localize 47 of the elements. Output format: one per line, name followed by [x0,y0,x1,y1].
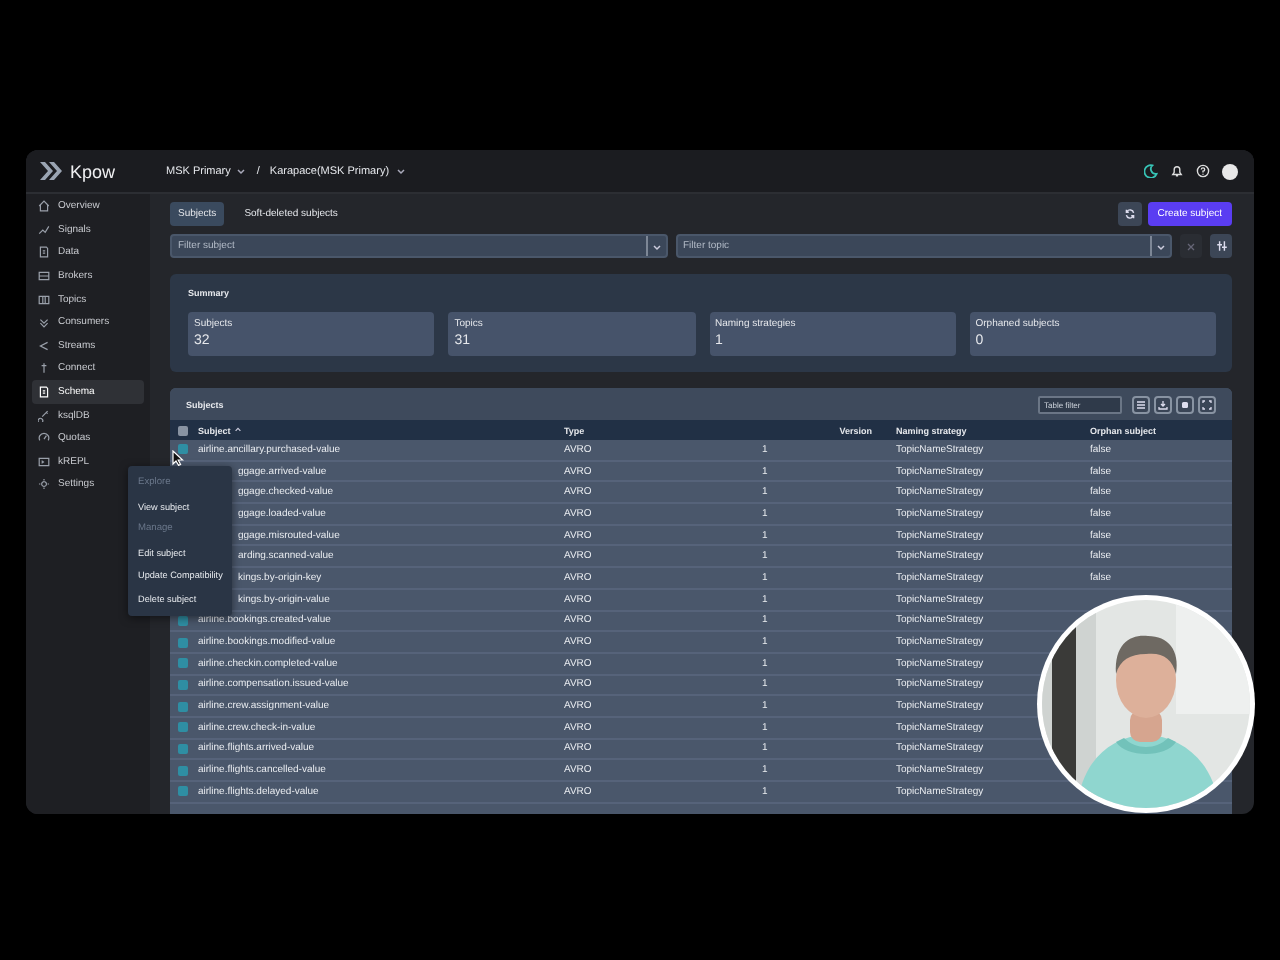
sort-icon[interactable] [234,426,243,434]
refresh-icon [1123,208,1136,220]
key-icon [38,409,50,422]
chevron-icon [38,316,50,329]
document-icon [38,246,50,259]
row-checkbox[interactable] [178,743,188,754]
columns-button[interactable] [1210,234,1232,258]
refresh-button[interactable] [1117,202,1142,226]
user-avatar[interactable] [1222,163,1238,179]
columns-icon [38,293,50,306]
cursor-icon [172,450,184,466]
help-icon[interactable] [1196,164,1210,178]
settings-button[interactable] [1176,395,1194,413]
document-icon [38,386,50,399]
list-button[interactable] [1132,395,1150,413]
row-checkbox[interactable] [178,444,188,455]
row-checkbox[interactable] [178,701,188,712]
square-icon [1180,399,1190,409]
logo-icon [40,162,62,180]
chevron-down-icon [651,241,661,251]
trend-icon [38,223,50,236]
download-button[interactable] [1154,395,1172,413]
row-checkbox[interactable] [178,615,188,626]
fullscreen-button[interactable] [1198,395,1216,413]
row-checkbox[interactable] [178,722,188,733]
row-checkbox[interactable] [178,637,188,648]
sliders-icon [1215,240,1227,252]
chevron-down-icon [395,166,406,176]
row-checkbox[interactable] [178,765,188,776]
bell-icon[interactable] [1170,164,1184,178]
gauge-icon [38,432,50,445]
house-icon [38,200,50,213]
moon-icon[interactable] [1144,164,1158,178]
row-checkbox[interactable] [178,786,188,797]
app-logo: Kpow [70,161,116,181]
chevron-down-icon [1156,241,1166,251]
terminal-icon [38,455,50,468]
select-all-checkbox[interactable] [178,425,188,435]
download-icon [1158,399,1168,409]
fullscreen-icon [1202,399,1212,409]
close-icon [1186,241,1196,251]
row-checkbox[interactable] [178,679,188,690]
row-checkbox[interactable] [178,658,188,669]
server-icon [38,270,50,283]
list-icon [1136,399,1146,409]
chevron-down-icon [236,166,247,176]
gear-icon [38,478,50,491]
